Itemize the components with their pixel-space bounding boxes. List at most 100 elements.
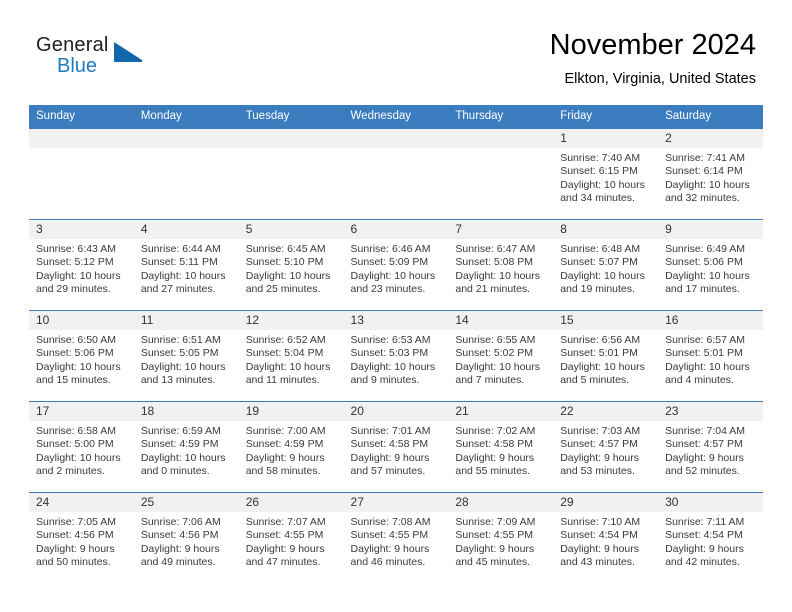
calendar-day-cell[interactable]: 6 Sunrise: 6:46 AM Sunset: 5:09 PM Daylight… xyxy=(343,219,449,311)
day-cell-inner xyxy=(133,129,239,219)
calendar-table: Sunday Monday Tuesday Wednesday Thursday… xyxy=(29,105,763,583)
day-number: 27 xyxy=(343,493,449,512)
day-number xyxy=(29,129,134,148)
sunset-text: Sunset: 4:58 PM xyxy=(350,438,429,451)
day-cell-details xyxy=(29,148,134,152)
sunrise-text: Sunrise: 7:11 AM xyxy=(665,516,745,528)
calendar-day-cell[interactable]: 4 Sunrise: 6:44 AM Sunset: 5:11 PM Daylight… xyxy=(133,219,239,311)
calendar-day-cell xyxy=(29,129,134,220)
sunrise-text: Sunrise: 6:51 AM xyxy=(140,334,221,346)
calendar-day-cell[interactable]: 7 Sunrise: 6:47 AM Sunset: 5:08 PM Daylight… xyxy=(448,219,554,311)
calendar-day-cell[interactable]: 22 Sunrise: 7:03 AM Sunset: 4:57 PM Dayligh… xyxy=(553,401,659,493)
daylight-text: Daylight: 9 hours and 58 minutes. xyxy=(245,451,325,478)
day-number: 25 xyxy=(133,493,239,512)
calendar-day-cell[interactable]: 2 Sunrise: 7:41 AM Sunset: 6:14 PM Daylight… xyxy=(658,129,763,220)
calendar-day-cell[interactable]: 8 Sunrise: 6:48 AM Sunset: 5:07 PM Daylight… xyxy=(553,219,659,311)
calendar-day-cell[interactable]: 18 Sunrise: 6:59 AM Sunset: 4:59 PM Dayligh… xyxy=(133,401,239,493)
day-number: 26 xyxy=(238,493,344,512)
calendar-day-cell[interactable]: 27 Sunrise: 7:08 AM Sunset: 4:55 PM Dayligh… xyxy=(343,492,449,583)
daylight-text: Daylight: 10 hours and 34 minutes. xyxy=(560,178,645,205)
calendar-week-row: 17 Sunrise: 6:58 AM Sunset: 5:00 PM Dayligh… xyxy=(29,401,763,493)
calendar-day-cell[interactable]: 9 Sunrise: 6:49 AM Sunset: 5:06 PM Daylight… xyxy=(658,219,763,311)
day-number: 6 xyxy=(343,220,449,239)
calendar-day-cell[interactable]: 28 Sunrise: 7:09 AM Sunset: 4:55 PM Dayligh… xyxy=(448,492,554,583)
sunrise-text: Sunrise: 7:07 AM xyxy=(245,516,326,528)
day-cell-inner: 25 Sunrise: 7:06 AM Sunset: 4:56 PM Dayligh… xyxy=(133,493,239,583)
day-cell-inner: 30 Sunrise: 7:11 AM Sunset: 4:54 PM Dayligh… xyxy=(658,493,763,583)
sunrise-text: Sunrise: 7:01 AM xyxy=(350,425,431,437)
calendar-day-cell[interactable]: 11 Sunrise: 6:51 AM Sunset: 5:05 PM Dayligh… xyxy=(133,310,239,402)
sunset-text: Sunset: 6:14 PM xyxy=(665,165,743,178)
day-cell-inner: 29 Sunrise: 7:10 AM Sunset: 4:54 PM Dayligh… xyxy=(553,493,659,583)
sunset-text: Sunset: 4:56 PM xyxy=(36,529,114,542)
day-number: 19 xyxy=(238,402,344,421)
calendar-day-cell[interactable]: 15 Sunrise: 6:56 AM Sunset: 5:01 PM Dayligh… xyxy=(553,310,659,402)
calendar-day-cell[interactable]: 19 Sunrise: 7:00 AM Sunset: 4:59 PM Dayligh… xyxy=(238,401,344,493)
daylight-text: Daylight: 10 hours and 13 minutes. xyxy=(140,360,226,387)
day-cell-inner: 3 Sunrise: 6:43 AM Sunset: 5:12 PM Daylight… xyxy=(29,220,134,310)
day-cell-details: Sunrise: 6:44 AM Sunset: 5:11 PM Daylight:… xyxy=(134,239,239,297)
page-header: General Blue November 2024 Elkton, Virgi… xyxy=(0,0,792,100)
sunrise-text: Sunrise: 6:49 AM xyxy=(665,243,746,255)
weekday-header-wednesday: Wednesday xyxy=(343,105,449,129)
title-block: November 2024 Elkton, Virginia, United S… xyxy=(550,28,756,88)
day-cell-inner: 13 Sunrise: 6:53 AM Sunset: 5:03 PM Dayligh… xyxy=(343,311,449,401)
sunrise-text: Sunrise: 6:59 AM xyxy=(140,425,221,437)
calendar-day-cell[interactable]: 20 Sunrise: 7:01 AM Sunset: 4:58 PM Dayligh… xyxy=(343,401,449,493)
sunset-text: Sunset: 5:02 PM xyxy=(455,347,534,360)
day-cell-inner xyxy=(343,129,449,219)
calendar-day-cell xyxy=(343,129,449,220)
day-number: 1 xyxy=(553,129,659,148)
calendar-day-cell[interactable]: 14 Sunrise: 6:55 AM Sunset: 5:02 PM Dayligh… xyxy=(448,310,554,402)
day-cell-inner: 1 Sunrise: 7:40 AM Sunset: 6:15 PM Daylight… xyxy=(553,129,659,219)
calendar-day-cell[interactable]: 24 Sunrise: 7:05 AM Sunset: 4:56 PM Dayligh… xyxy=(29,492,134,583)
calendar-day-cell[interactable]: 23 Sunrise: 7:04 AM Sunset: 4:57 PM Dayligh… xyxy=(658,401,763,493)
day-cell-inner: 19 Sunrise: 7:00 AM Sunset: 4:59 PM Dayligh… xyxy=(238,402,344,492)
day-cell-details: Sunrise: 6:58 AM Sunset: 5:00 PM Daylight:… xyxy=(29,421,134,479)
calendar-day-cell[interactable]: 21 Sunrise: 7:02 AM Sunset: 4:58 PM Dayligh… xyxy=(448,401,554,493)
sunrise-text: Sunrise: 7:09 AM xyxy=(455,516,536,528)
calendar-day-cell[interactable]: 13 Sunrise: 6:53 AM Sunset: 5:03 PM Dayligh… xyxy=(343,310,449,402)
day-cell-details: Sunrise: 6:47 AM Sunset: 5:08 PM Daylight:… xyxy=(448,239,553,297)
day-cell-details: Sunrise: 7:06 AM Sunset: 4:56 PM Daylight:… xyxy=(134,512,239,570)
sunrise-text: Sunrise: 7:41 AM xyxy=(665,152,746,164)
sunset-text: Sunset: 5:11 PM xyxy=(140,256,218,269)
day-cell-details: Sunrise: 7:41 AM Sunset: 6:14 PM Daylight:… xyxy=(658,148,763,206)
calendar-day-cell[interactable]: 30 Sunrise: 7:11 AM Sunset: 4:54 PM Dayligh… xyxy=(658,492,763,583)
daylight-text: Daylight: 10 hours and 4 minutes. xyxy=(665,360,750,387)
calendar-day-cell[interactable]: 16 Sunrise: 6:57 AM Sunset: 5:01 PM Dayligh… xyxy=(658,310,763,402)
daylight-text: Daylight: 10 hours and 25 minutes. xyxy=(245,269,331,296)
calendar-day-cell[interactable]: 25 Sunrise: 7:06 AM Sunset: 4:56 PM Dayligh… xyxy=(133,492,239,583)
day-number: 30 xyxy=(658,493,763,512)
sunrise-text: Sunrise: 6:58 AM xyxy=(36,425,116,437)
calendar-day-cell[interactable]: 5 Sunrise: 6:45 AM Sunset: 5:10 PM Daylight… xyxy=(238,219,344,311)
day-number: 11 xyxy=(133,311,239,330)
day-cell-inner: 9 Sunrise: 6:49 AM Sunset: 5:06 PM Daylight… xyxy=(658,220,763,310)
calendar-day-cell[interactable]: 3 Sunrise: 6:43 AM Sunset: 5:12 PM Daylight… xyxy=(29,219,134,311)
calendar-day-cell[interactable]: 10 Sunrise: 6:50 AM Sunset: 5:06 PM Dayligh… xyxy=(29,310,134,402)
daylight-text: Daylight: 10 hours and 2 minutes. xyxy=(36,451,121,478)
day-number: 22 xyxy=(553,402,659,421)
calendar-day-cell[interactable]: 26 Sunrise: 7:07 AM Sunset: 4:55 PM Dayligh… xyxy=(238,492,344,583)
day-number: 23 xyxy=(658,402,763,421)
day-number: 24 xyxy=(29,493,134,512)
weekday-header-row: Sunday Monday Tuesday Wednesday Thursday… xyxy=(29,105,763,129)
day-number: 17 xyxy=(29,402,134,421)
day-number: 5 xyxy=(238,220,344,239)
brand-logo[interactable]: General Blue xyxy=(36,34,156,86)
day-cell-details: Sunrise: 7:00 AM Sunset: 4:59 PM Daylight:… xyxy=(239,421,344,479)
calendar-day-cell[interactable]: 1 Sunrise: 7:40 AM Sunset: 6:15 PM Daylight… xyxy=(553,129,659,220)
day-cell-inner xyxy=(448,129,554,219)
daylight-text: Daylight: 9 hours and 49 minutes. xyxy=(140,542,220,569)
sunset-text: Sunset: 5:03 PM xyxy=(350,347,429,360)
calendar-week-row: 1 Sunrise: 7:40 AM Sunset: 6:15 PM Daylight… xyxy=(29,129,763,220)
calendar-day-cell[interactable]: 12 Sunrise: 6:52 AM Sunset: 5:04 PM Dayligh… xyxy=(238,310,344,402)
day-cell-inner: 2 Sunrise: 7:41 AM Sunset: 6:14 PM Daylight… xyxy=(658,129,763,219)
sunset-text: Sunset: 5:06 PM xyxy=(36,347,114,360)
calendar-day-cell[interactable]: 29 Sunrise: 7:10 AM Sunset: 4:54 PM Dayligh… xyxy=(553,492,659,583)
sunset-text: Sunset: 4:55 PM xyxy=(350,529,429,542)
day-cell-inner: 27 Sunrise: 7:08 AM Sunset: 4:55 PM Dayligh… xyxy=(343,493,449,583)
day-cell-inner: 18 Sunrise: 6:59 AM Sunset: 4:59 PM Dayligh… xyxy=(133,402,239,492)
calendar-day-cell[interactable]: 17 Sunrise: 6:58 AM Sunset: 5:00 PM Dayligh… xyxy=(29,401,134,493)
daylight-text: Daylight: 9 hours and 53 minutes. xyxy=(560,451,640,478)
